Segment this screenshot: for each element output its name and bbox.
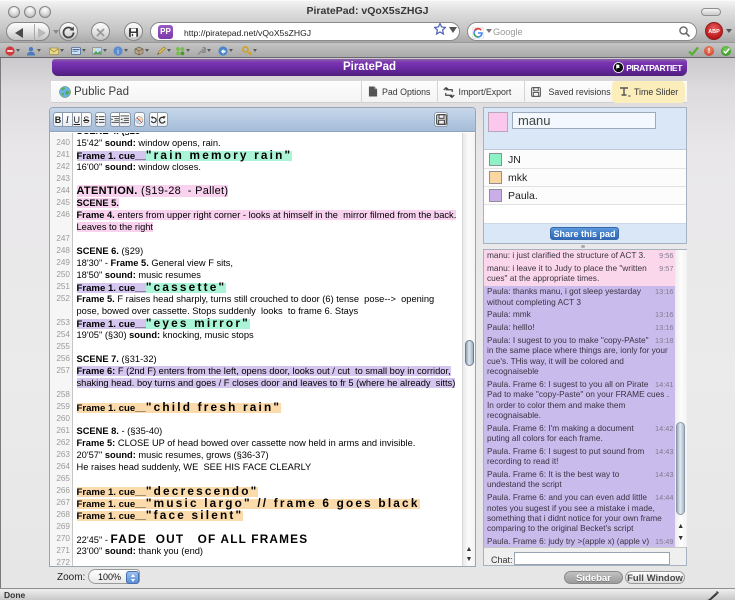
svg-text:i: i — [117, 46, 119, 55]
